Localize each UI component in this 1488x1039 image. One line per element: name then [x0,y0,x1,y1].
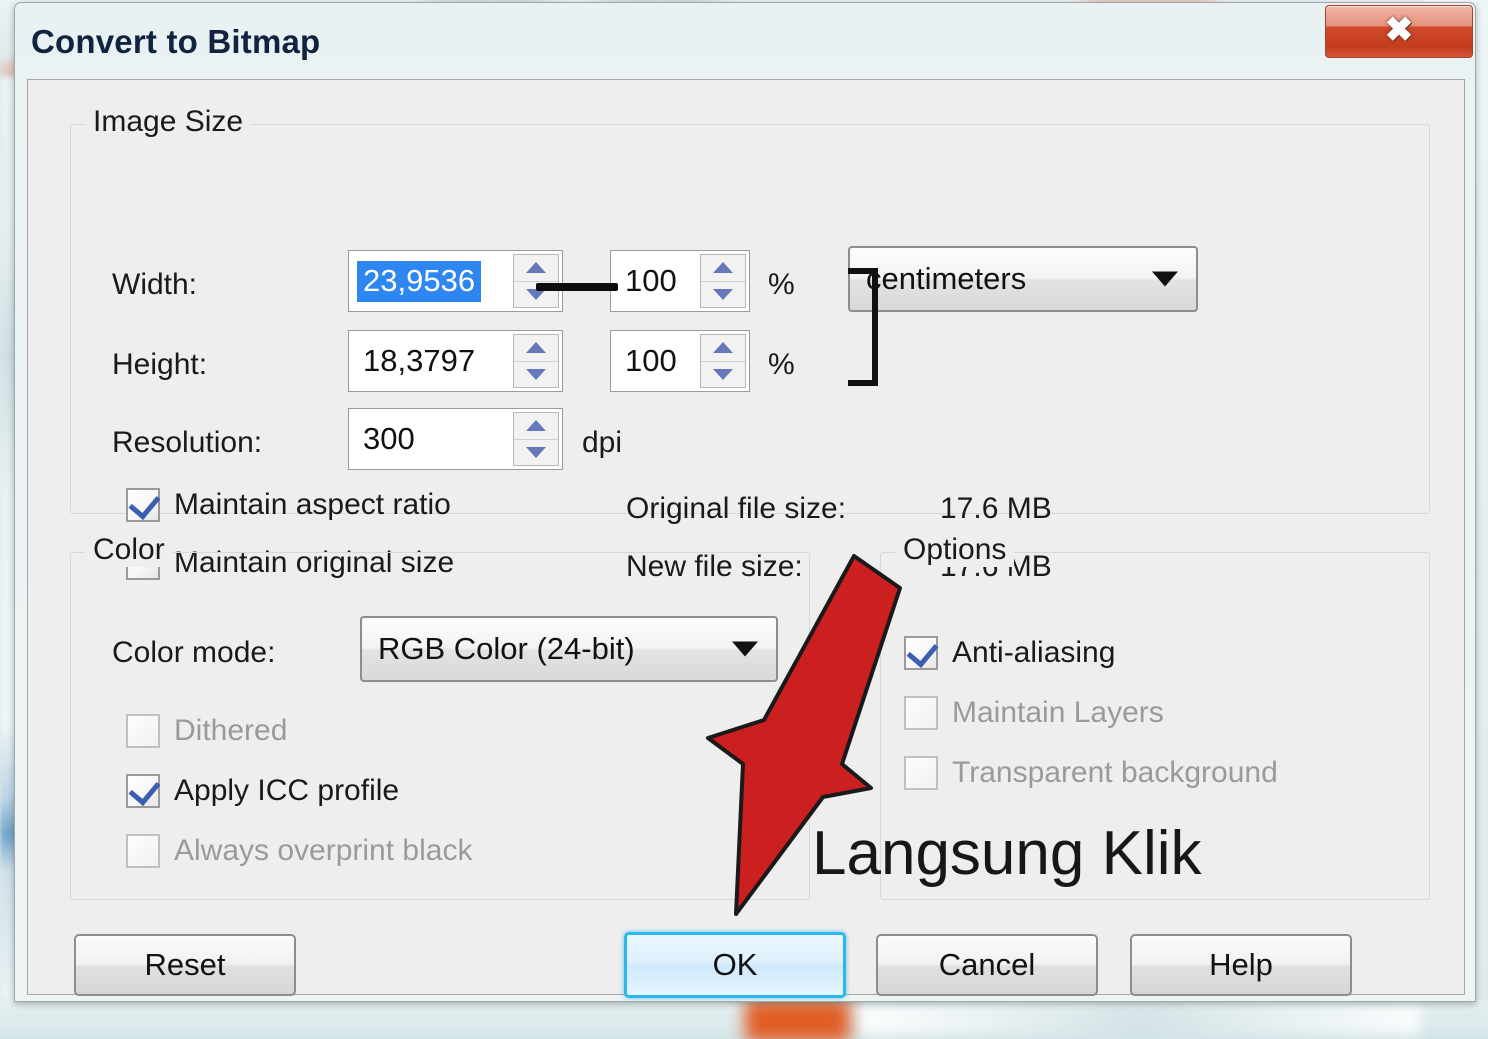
chevron-down-icon [1152,271,1178,287]
units-dropdown[interactable]: centimeters [848,246,1198,312]
backdrop-bottom-orange-block [745,1000,850,1039]
check-icon [906,635,939,668]
width-input[interactable]: 23,9536 [348,250,563,312]
backdrop-bottom-streak [860,1005,1420,1035]
checkbox-box [126,487,161,522]
chevron-down-icon [713,288,733,300]
color-mode-dropdown[interactable]: RGB Color (24-bit) [360,616,778,682]
always-overprint-black-label: Always overprint black [174,834,473,867]
width-percent-input[interactable]: 100 [610,250,750,312]
cancel-button-label: Cancel [938,947,1036,982]
width-input-value: 23,9536 [357,260,482,302]
resolution-input-value: 300 [363,421,415,456]
maintain-aspect-ratio-checkbox[interactable]: Maintain aspect ratio [126,487,451,522]
cancel-button[interactable]: Cancel [876,934,1098,996]
image-size-legend: Image Size [85,105,252,139]
dialog-content-panel: Image Size Width: 23,9536 100 % centimet… [27,79,1465,998]
chevron-down-icon [732,641,758,657]
chevron-up-icon [713,262,733,274]
checkbox-box [904,635,939,670]
width-percent-spinner-up[interactable] [701,255,745,282]
reset-button-label: Reset [144,947,226,982]
check-icon [128,487,161,520]
close-button[interactable]: ✖ [1325,5,1473,58]
color-mode-label: Color mode: [112,636,276,669]
resolution-label: Resolution: [112,426,263,459]
always-overprint-black-checkbox[interactable]: Always overprint black [126,834,472,868]
height-percent-input[interactable]: 100 [610,330,750,392]
close-icon: ✖ [1384,11,1414,49]
resolution-spinner-up[interactable] [514,413,558,440]
resolution-unit-label: dpi [582,426,623,459]
width-percent-spinner[interactable] [700,254,746,308]
checkbox-box [126,834,160,868]
width-percent-spinner-down[interactable] [701,282,745,308]
dialog-title-bar[interactable]: Convert to Bitmap ✖ [15,3,1475,81]
width-percent-symbol: % [768,268,795,301]
resolution-spinner-down[interactable] [514,440,558,466]
width-spinner-up[interactable] [514,255,558,282]
checkbox-box [904,696,938,730]
height-label: Height: [112,348,208,381]
ok-button[interactable]: OK [624,932,846,998]
chevron-down-icon [526,368,546,380]
chevron-up-icon [526,342,546,354]
checkbox-box [904,756,938,790]
image-size-group: Image Size [70,105,1430,514]
chevron-up-icon [526,262,546,274]
height-input-value: 18,3797 [363,343,476,378]
anti-aliasing-label: Anti-aliasing [952,636,1116,669]
width-spinner[interactable] [513,254,559,308]
height-percent-spinner[interactable] [700,334,746,388]
chevron-up-icon [713,342,733,354]
checkbox-box [126,773,161,808]
annotation-text: Langsung Klik [812,819,1202,888]
height-spinner-down[interactable] [514,362,558,388]
convert-to-bitmap-dialog: Convert to Bitmap ✖ Image Size Width: 23… [14,2,1476,1002]
height-spinner[interactable] [513,334,559,388]
maintain-aspect-ratio-label: Maintain aspect ratio [174,488,451,521]
dialog-title: Convert to Bitmap [31,23,321,60]
maintain-layers-label: Maintain Layers [952,696,1164,729]
options-legend: Options [895,533,1015,567]
checkbox-box [126,714,160,748]
original-file-size-label: Original file size: [626,492,847,525]
color-mode-dropdown-value: RGB Color (24-bit) [378,631,635,666]
apply-icc-profile-label: Apply ICC profile [174,774,400,807]
height-percent-symbol: % [768,348,795,381]
height-percent-spinner-down[interactable] [701,362,745,388]
height-percent-spinner-up[interactable] [701,335,745,362]
height-spinner-up[interactable] [514,335,558,362]
annotation-strike-line [536,283,618,291]
transparent-background-label: Transparent background [952,756,1278,789]
color-legend: Color [85,533,173,567]
resolution-spinner[interactable] [513,412,559,466]
resolution-input[interactable]: 300 [348,408,563,470]
apply-icc-profile-checkbox[interactable]: Apply ICC profile [126,773,400,808]
height-input[interactable]: 18,3797 [348,330,563,392]
maintain-layers-checkbox[interactable]: Maintain Layers [904,696,1164,730]
anti-aliasing-checkbox[interactable]: Anti-aliasing [904,635,1116,670]
transparent-background-checkbox[interactable]: Transparent background [904,756,1278,790]
width-label: Width: [112,268,198,301]
chevron-down-icon [526,446,546,458]
reset-button[interactable]: Reset [74,934,296,996]
chevron-down-icon [713,368,733,380]
dithered-label: Dithered [174,714,288,747]
backdrop-right-strip [1476,0,1488,1039]
aspect-link-bracket-icon [848,268,878,386]
help-button[interactable]: Help [1130,934,1352,996]
original-file-size-value: 17.6 MB [940,492,1052,525]
chevron-up-icon [526,420,546,432]
ok-button-label: OK [712,947,758,982]
dithered-checkbox[interactable]: Dithered [126,714,287,748]
help-button-label: Help [1209,947,1273,982]
check-icon [128,773,161,806]
